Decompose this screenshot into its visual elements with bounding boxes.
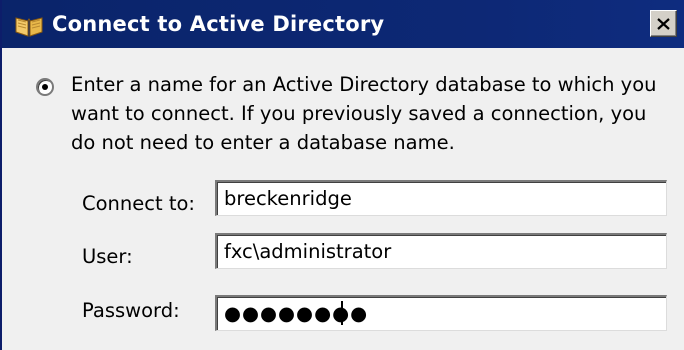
user-label: User:	[82, 245, 133, 268]
dialog-title: Connect to Active Directory	[52, 12, 385, 36]
connect-dialog: Connect to Active Directory Enter a name…	[0, 0, 684, 350]
open-book-icon	[15, 17, 43, 37]
radio-selected-dot	[42, 84, 48, 90]
connect-to-label: Connect to:	[82, 192, 195, 215]
close-button[interactable]	[650, 10, 677, 37]
option-description: Enter a name for an Active Directory dat…	[71, 70, 671, 157]
enter-name-radio[interactable]	[36, 78, 54, 96]
description-line-2: want to connect. If you previously saved…	[71, 102, 647, 125]
description-line-3: do not need to enter a database name.	[71, 131, 455, 154]
password-label: Password:	[82, 299, 180, 322]
description-line-1: Enter a name for an Active Directory dat…	[71, 73, 657, 96]
password-input[interactable]	[215, 295, 667, 331]
user-input[interactable]	[215, 233, 667, 269]
title-bar[interactable]: Connect to Active Directory	[2, 0, 684, 48]
text-caret	[341, 301, 343, 325]
dialog-body: Enter a name for an Active Directory dat…	[2, 48, 684, 350]
connect-to-input[interactable]	[215, 180, 667, 216]
close-icon	[657, 17, 670, 30]
